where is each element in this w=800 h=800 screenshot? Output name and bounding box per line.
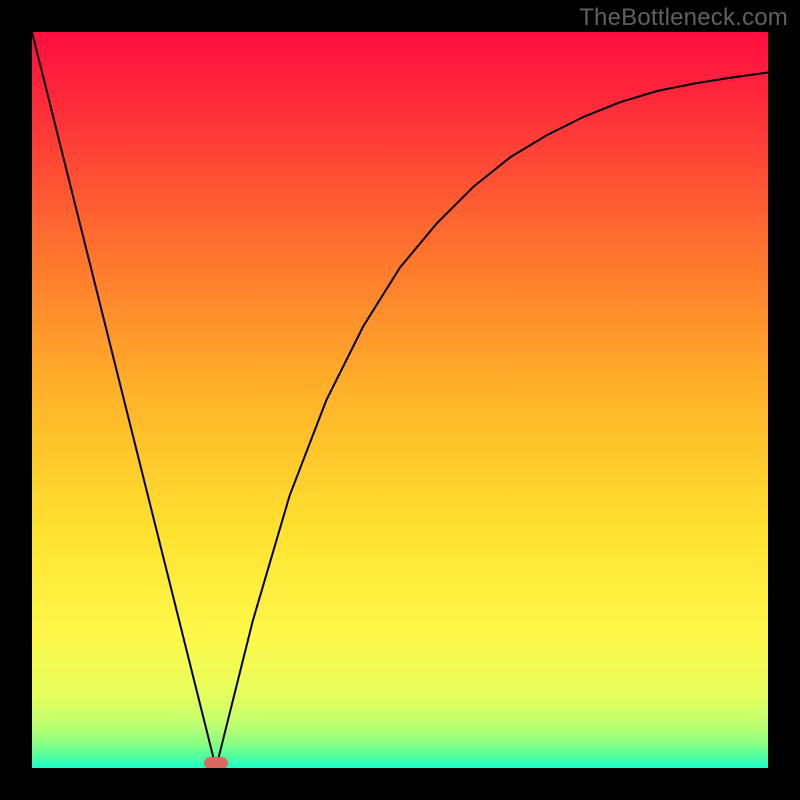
minimum-marker — [204, 757, 228, 768]
plot-area — [32, 32, 768, 768]
watermark-text: TheBottleneck.com — [579, 4, 788, 32]
bottleneck-curve — [32, 32, 768, 768]
chart-frame: TheBottleneck.com — [0, 0, 800, 800]
